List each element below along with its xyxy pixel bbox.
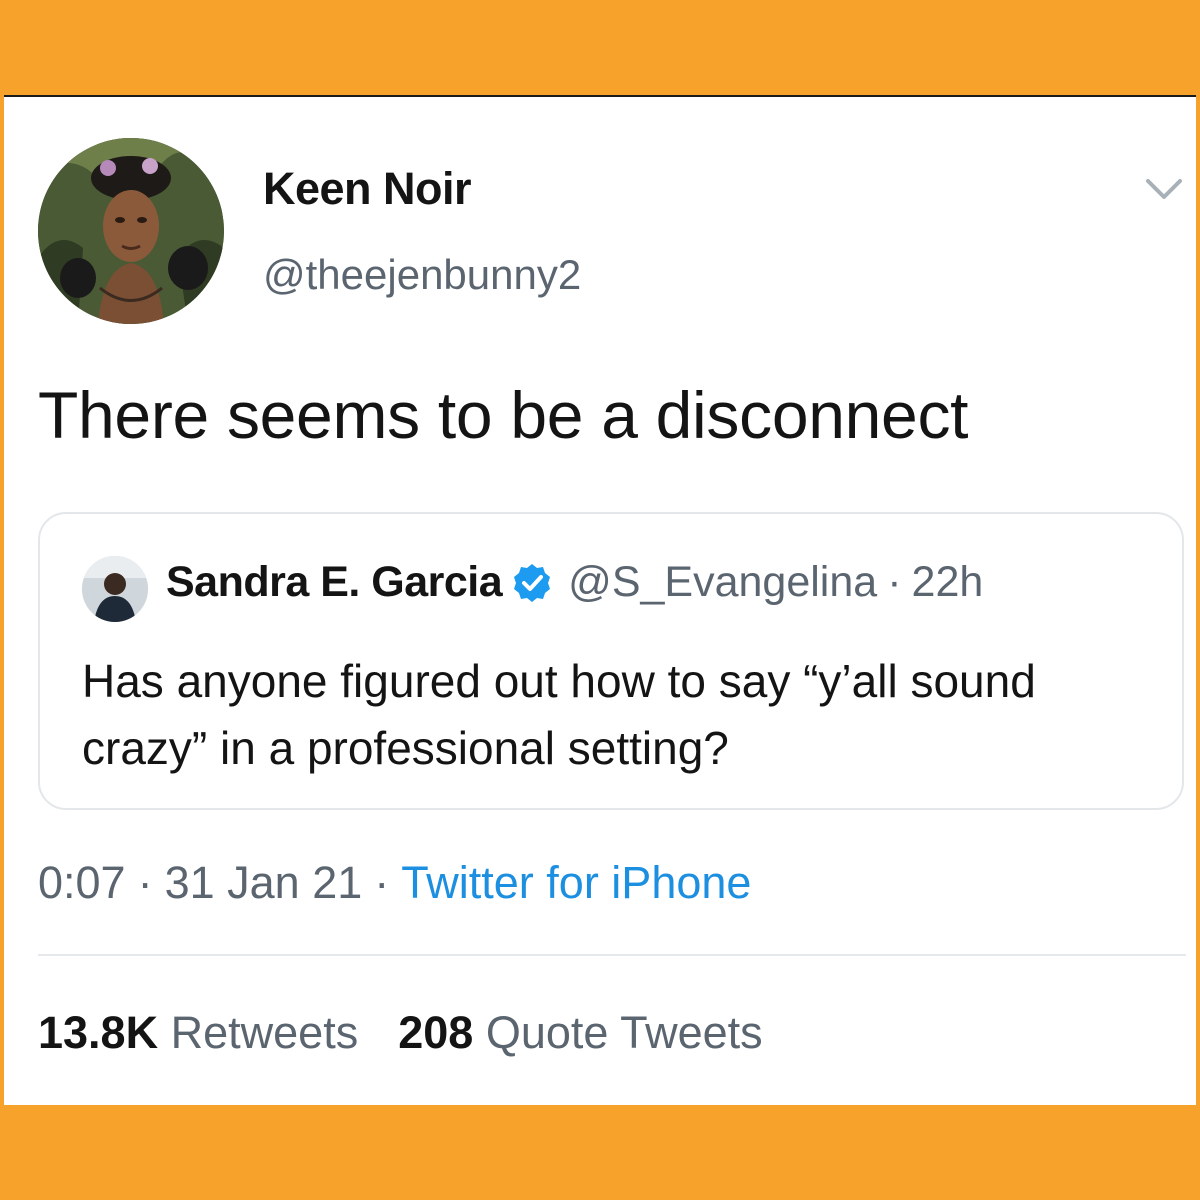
retweets-label: Retweets <box>170 1007 359 1058</box>
quote-tweets-count: 208 <box>398 1007 474 1058</box>
separator-dot: · <box>374 857 390 908</box>
quoted-tweet-card[interactable]: Sandra E. Garcia @S_Evangelina · 22h Has… <box>38 512 1184 810</box>
author-avatar[interactable] <box>38 138 224 324</box>
author-display-name[interactable]: Keen Noir <box>263 163 472 215</box>
separator-dot: · <box>137 857 153 908</box>
author-avatar-image <box>38 138 224 324</box>
quoted-tweet-time[interactable]: 22h <box>912 558 984 607</box>
tweet-stats: 13.8K Retweets 208 Quote Tweets <box>38 1007 763 1059</box>
quote-tweets-stat[interactable]: 208 Quote Tweets <box>398 1007 762 1058</box>
tweet-time[interactable]: 0:07 <box>38 857 126 908</box>
tweet-source-link[interactable]: Twitter for iPhone <box>401 857 751 908</box>
separator-dot: · <box>887 558 902 606</box>
quoted-author-avatar[interactable] <box>82 556 148 622</box>
quoted-author-avatar-image <box>82 556 148 622</box>
tweet-metadata: 0:07 · 31 Jan 21 · Twitter for iPhone <box>38 857 751 909</box>
tweet-text: There seems to be a disconnect <box>38 378 969 452</box>
retweets-count: 13.8K <box>38 1007 159 1058</box>
divider <box>38 954 1186 956</box>
tweet-card: Keen Noir @theejenbunny2 There seems to … <box>4 95 1196 1105</box>
author-handle[interactable]: @theejenbunny2 <box>263 251 581 299</box>
chevron-down-icon[interactable] <box>1142 167 1186 211</box>
quote-tweets-label: Quote Tweets <box>485 1007 763 1058</box>
orange-frame: Keen Noir @theejenbunny2 There seems to … <box>0 0 1200 1200</box>
quoted-tweet-header: Sandra E. Garcia @S_Evangelina · 22h <box>166 558 983 607</box>
quoted-author-name[interactable]: Sandra E. Garcia <box>166 558 503 607</box>
tweet-date[interactable]: 31 Jan 21 <box>165 857 363 908</box>
retweets-stat[interactable]: 13.8K Retweets <box>38 1007 358 1058</box>
quoted-tweet-text: Has anyone figured out how to say “y’all… <box>82 655 1036 774</box>
verified-badge-icon <box>510 561 554 605</box>
quoted-author-handle[interactable]: @S_Evangelina <box>568 558 877 607</box>
